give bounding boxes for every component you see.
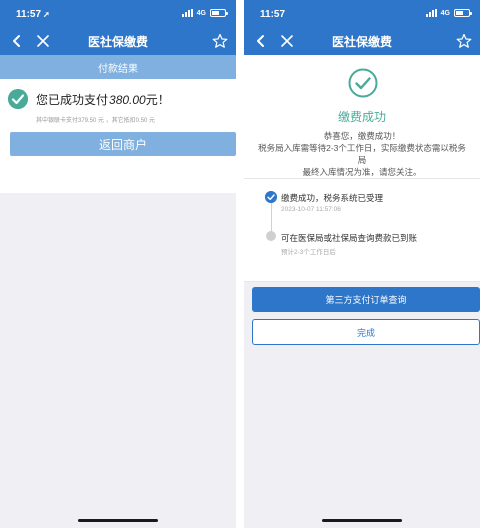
payment-breakdown: 其中银联卡支付379.50 元 ，其它抵扣0.50 元 xyxy=(36,118,156,124)
nav-bar: 医社保缴费 xyxy=(244,28,480,55)
status-icons: 4G xyxy=(425,9,472,17)
success-message-line: 恭喜您，缴费成功！ xyxy=(323,131,401,141)
star-icon[interactable] xyxy=(212,33,228,49)
status-time: 11:57 xyxy=(260,9,286,20)
top-bar: 11:57 ➚ 4G 医社保缴费 xyxy=(0,0,236,55)
close-icon[interactable] xyxy=(280,34,294,48)
home-indicator xyxy=(78,519,158,522)
battery-icon xyxy=(210,9,228,17)
status-icons: 4G xyxy=(181,9,228,17)
success-message-line: 最终入库情况为准，请您关注。 xyxy=(302,167,422,177)
success-prefix: 您已成功支付 xyxy=(36,93,109,107)
top-bar: 11:57 4G 医社保缴费 xyxy=(244,0,480,55)
result-band-title: 付款结果 xyxy=(98,63,138,75)
close-icon[interactable] xyxy=(36,34,50,48)
back-icon[interactable] xyxy=(10,34,24,48)
done-button[interactable]: 完成 xyxy=(252,319,480,345)
timeline-step-title: 可在医保局或社保局查询费款已到账 xyxy=(281,233,418,243)
status-bar: 11:57 ➚ 4G xyxy=(0,0,236,28)
location-icon: ➚ xyxy=(43,10,50,19)
check-circle-icon xyxy=(348,68,378,98)
signal-icon xyxy=(425,9,437,17)
page-title: 医社保缴费 xyxy=(331,35,392,49)
payment-success-text: 您已成功支付 380.00 元！ xyxy=(36,91,170,108)
back-icon[interactable] xyxy=(254,34,268,48)
screenshot-composite: 11:57 ➚ 4G 医社保缴费 付款结果 您已成功支付 380.00 元！ 其… xyxy=(0,0,480,528)
success-suffix: 元！ xyxy=(145,93,170,107)
progress-timeline: 缴费成功，税务系统已受理 2023-10-07 11:57:06 可在医保局或社… xyxy=(244,179,480,282)
step-done-icon xyxy=(265,191,277,203)
success-section: 缴费成功 恭喜您，缴费成功！ 税务局入库需等待2-3个工作日，实际缴费状态需以税… xyxy=(244,55,480,179)
success-message: 恭喜您，缴费成功！ 税务局入库需等待2-3个工作日，实际缴费状态需以税务局 最终… xyxy=(254,130,470,178)
signal-icon xyxy=(181,9,193,17)
result-band: 付款结果 xyxy=(0,55,236,79)
left-phone-screen: 11:57 ➚ 4G 医社保缴费 付款结果 您已成功支付 380.00 元！ 其… xyxy=(0,0,236,528)
network-label: 4G xyxy=(440,9,450,17)
return-to-merchant-button[interactable]: 返回商户 xyxy=(10,132,236,156)
network-label: 4G xyxy=(196,9,206,17)
status-bar: 11:57 4G xyxy=(244,0,480,28)
page-title: 医社保缴费 xyxy=(87,35,148,49)
home-indicator xyxy=(322,519,402,522)
third-party-order-query-button[interactable]: 第三方支付订单查询 xyxy=(252,287,480,312)
success-title: 缴费成功 xyxy=(337,110,386,124)
star-icon[interactable] xyxy=(456,33,472,49)
nav-bar: 医社保缴费 xyxy=(0,28,236,55)
right-phone-screen: 11:57 4G 医社保缴费 缴费成功 恭喜您，缴费成功！ 税务局入库需等待2-… xyxy=(244,0,480,528)
step-pending-icon xyxy=(266,231,276,241)
timeline-step-title: 缴费成功，税务系统已受理 xyxy=(281,193,384,203)
payment-amount: 380.00 xyxy=(109,93,146,107)
result-card: 您已成功支付 380.00 元！ 其中银联卡支付379.50 元 ，其它抵扣0.… xyxy=(0,79,236,193)
status-time: 11:57 ➚ xyxy=(16,9,50,20)
success-message-line: 税务局入库需等待2-3个工作日，实际缴费状态需以税务局 xyxy=(258,143,466,165)
timeline-step-time: 预计2-3个工作日后 xyxy=(281,249,336,256)
timeline-step-time: 2023-10-07 11:57:06 xyxy=(281,206,341,213)
check-circle-icon xyxy=(8,89,28,109)
battery-icon xyxy=(454,9,472,17)
